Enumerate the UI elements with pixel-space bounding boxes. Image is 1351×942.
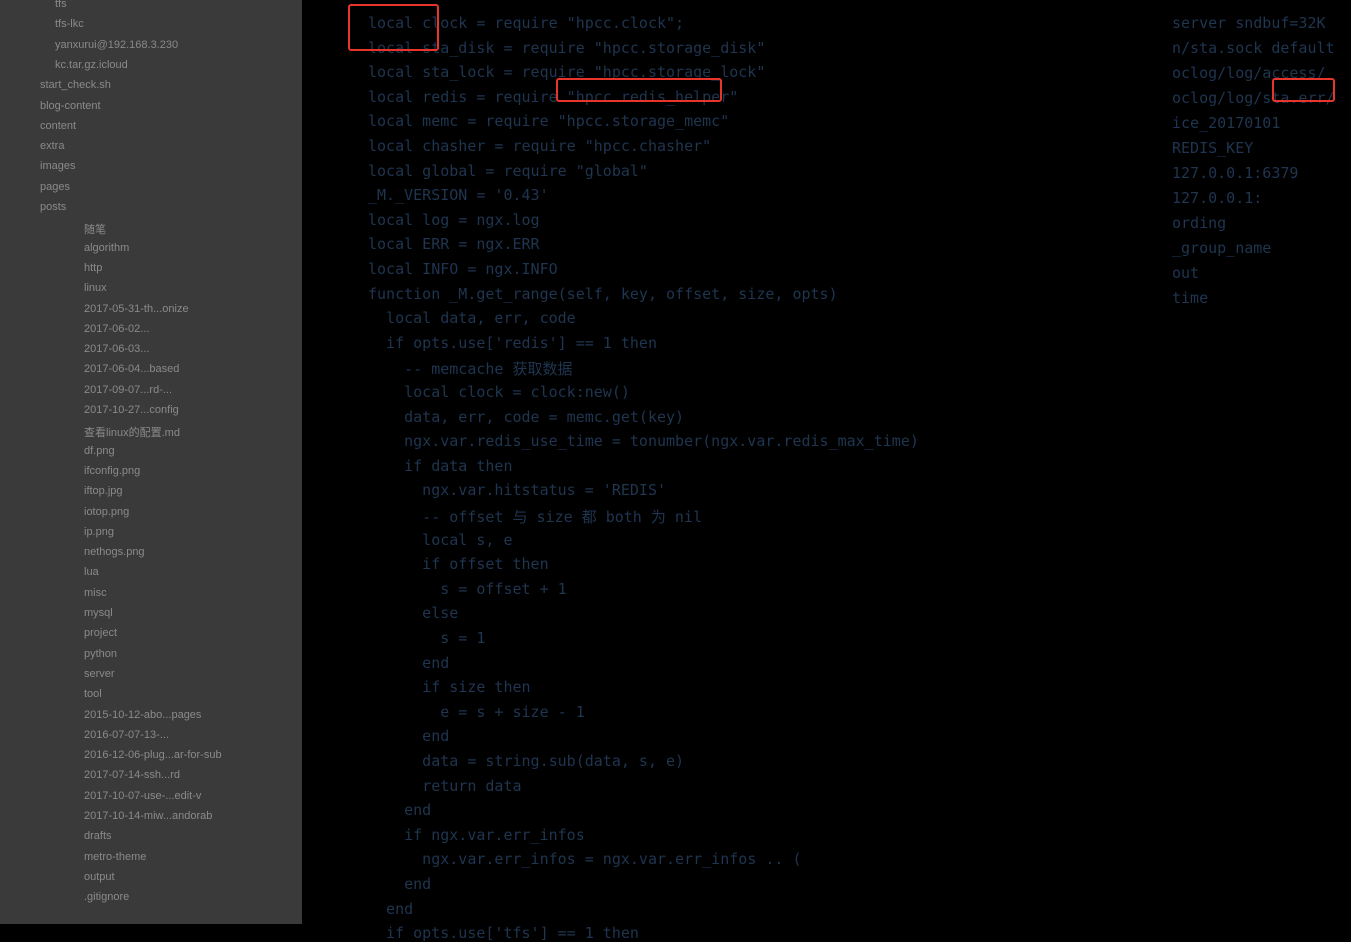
file-tree-item[interactable]: start_check.sh xyxy=(40,79,111,91)
code-line: function _M.get_range(self, key, offset,… xyxy=(368,284,838,303)
file-tree-item[interactable]: misc xyxy=(84,587,107,599)
code-line: local log = ngx.log xyxy=(368,210,540,229)
file-tree-item[interactable]: tool xyxy=(84,688,102,700)
file-tree-item[interactable]: 随笔 xyxy=(84,221,106,237)
file-tree-item[interactable]: 2017-09-07...rd-... xyxy=(84,384,172,396)
code-line: local data, err, code xyxy=(368,309,576,328)
code-line: end xyxy=(368,899,414,918)
code-line: data = string.sub(data, s, e) xyxy=(368,752,685,770)
code-line: local global = require "global" xyxy=(368,161,648,180)
code-line: 127.0.0.1: xyxy=(1172,189,1263,207)
file-tree-item[interactable]: linux xyxy=(84,282,107,294)
code-line: n/sta.sock default xyxy=(1172,39,1335,57)
code-line: 127.0.0.1:6379 xyxy=(1172,164,1299,182)
code-line: s = offset + 1 xyxy=(368,579,567,598)
code-line: REDIS_KEY xyxy=(1172,139,1254,157)
code-line: return data xyxy=(368,776,522,795)
file-tree-item[interactable]: yanxurui@192.168.3.230 xyxy=(55,39,178,51)
file-tree-item[interactable]: iotop.png xyxy=(84,506,129,518)
code-line: end xyxy=(368,875,432,893)
code-line: -- offset 与 size 都 both 为 nil xyxy=(368,508,702,526)
code-line: _group_name xyxy=(1172,239,1272,257)
file-tree-item[interactable]: content xyxy=(40,120,76,132)
code-line: data, err, code = memc.get(key) xyxy=(368,407,685,426)
file-tree-item[interactable]: posts xyxy=(40,201,66,213)
iowait-highlight xyxy=(348,4,439,51)
file-tree-item[interactable]: mysql xyxy=(84,607,113,619)
code-line: if opts.use['redis'] == 1 then xyxy=(368,333,657,352)
util-highlight xyxy=(1272,78,1335,102)
file-tree-item[interactable]: 2015-10-12-abo...pages xyxy=(84,709,201,721)
file-tree-item[interactable]: 2017-05-31-th...onize xyxy=(84,303,189,315)
file-tree-item[interactable]: server xyxy=(84,668,115,680)
code-line: s = 1 xyxy=(368,629,486,647)
file-tree-item[interactable]: drafts xyxy=(84,830,112,842)
file-tree-item[interactable]: 2016-07-07-13-... xyxy=(84,729,169,741)
file-tree-item[interactable]: 2017-10-27...config xyxy=(84,404,179,416)
file-tree-item[interactable]: .gitignore xyxy=(84,891,129,903)
file-tree-item[interactable]: kc.tar.gz.icloud xyxy=(55,59,128,71)
file-tree-item[interactable]: 2017-10-07-use-...edit-v xyxy=(84,790,201,802)
file-tree-panel: tfs tfs-lkc yanxurui@192.168.3.230 kc.tar.g… xyxy=(0,0,302,924)
file-tree-item[interactable]: 2017-07-14-ssh...rd xyxy=(84,769,180,781)
code-line: if ngx.var.err_infos xyxy=(368,825,585,844)
code-line: -- memcache 获取数据 xyxy=(368,360,573,379)
code-line: local memc = require "hpcc.storage_memc" xyxy=(368,112,730,131)
code-line: if opts.use['tfs'] == 1 then xyxy=(368,924,639,942)
file-tree-item[interactable]: blog-content xyxy=(40,100,101,112)
file-tree-item[interactable]: images xyxy=(40,160,75,172)
code-line: _M._VERSION = '0.43' xyxy=(368,186,549,205)
code-line: ngx.var.err_infos = ngx.var.err_infos ..… xyxy=(368,850,802,869)
file-tree-item[interactable]: output xyxy=(84,871,115,883)
code-line: server sndbuf=32K xyxy=(1172,14,1326,32)
code-line: out xyxy=(1172,264,1200,282)
code-line: ngx.var.hitstatus = 'REDIS' xyxy=(368,481,667,500)
file-tree-item[interactable]: algorithm xyxy=(84,242,129,254)
code-line: local ERR = ngx.ERR xyxy=(368,235,540,254)
code-line: if offset then xyxy=(368,555,549,574)
code-line: local INFO = ngx.INFO xyxy=(368,260,558,278)
file-tree-item[interactable]: extra xyxy=(40,140,64,152)
code-line: local clock = clock:new() xyxy=(368,383,630,401)
code-line: else xyxy=(368,604,459,623)
file-tree-item[interactable]: ifconfig.png xyxy=(84,465,140,477)
code-line: local s, e xyxy=(368,530,513,549)
file-tree-item[interactable]: python xyxy=(84,648,117,660)
file-tree-item[interactable]: http xyxy=(84,262,102,274)
file-tree-item[interactable]: lua xyxy=(84,566,99,578)
file-tree-item[interactable]: df.png xyxy=(84,445,115,457)
file-tree-item[interactable]: 2016-12-06-plug...ar-for-sub xyxy=(84,749,222,761)
file-tree-item[interactable]: iftop.jpg xyxy=(84,485,123,497)
file-tree-item[interactable]: metro-theme xyxy=(84,851,146,863)
code-line: end xyxy=(368,653,450,672)
file-tree-item[interactable]: ip.png xyxy=(84,526,114,538)
file-tree-item[interactable]: pages xyxy=(40,181,70,193)
file-tree-item[interactable]: nethogs.png xyxy=(84,546,145,558)
code-line: end xyxy=(368,727,450,746)
code-line: end xyxy=(368,801,432,820)
code-line: ording xyxy=(1172,214,1227,232)
code-line: ngx.var.redis_use_time = tonumber(ngx.va… xyxy=(368,432,919,451)
file-tree-item[interactable]: 2017-06-02... xyxy=(84,323,149,335)
code-line: time xyxy=(1172,289,1209,307)
file-tree-item[interactable]: 2017-06-04...based xyxy=(84,363,179,375)
file-tree-item[interactable]: project xyxy=(84,627,117,639)
file-tree-item[interactable]: 2017-10-14-miw...andorab xyxy=(84,810,212,822)
code-line: e = s + size - 1 xyxy=(368,702,585,721)
code-line: local chasher = require "hpcc.chasher" xyxy=(368,137,712,155)
file-tree-item[interactable]: 2017-06-03... xyxy=(84,343,149,355)
code-line: ice_20170101 xyxy=(1172,114,1281,132)
code-line: if data then xyxy=(368,456,513,475)
code-line: if size then xyxy=(368,678,531,697)
mb-columns-highlight xyxy=(556,78,722,102)
file-tree-item[interactable]: 查看linux的配置.md xyxy=(84,424,180,440)
file-tree-item[interactable]: tfs xyxy=(55,0,67,10)
file-tree-item[interactable]: tfs-lkc xyxy=(55,18,84,30)
